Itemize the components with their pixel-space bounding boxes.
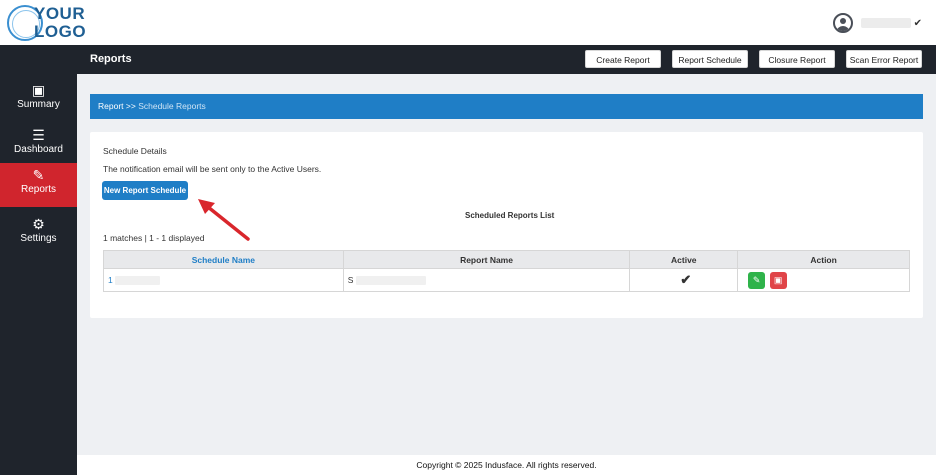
action-cell: ✎ ▣	[737, 268, 910, 292]
new-report-schedule-button[interactable]: New Report Schedule	[102, 181, 188, 200]
sidebar-item-label: Dashboard	[14, 144, 63, 155]
gear-icon: ⚙	[32, 216, 45, 232]
logo[interactable]: YOUR LOGO	[7, 3, 97, 43]
report-name-text: S	[347, 274, 354, 285]
user-menu[interactable]: ✔	[832, 13, 922, 33]
notice-text: The notification email will be sent only…	[103, 164, 322, 174]
table-row: 1 S ✔ ✎ ▣	[103, 268, 910, 292]
sidebar: ▣ Summary ☰ Dashboard ✎ Reports ⚙ Settin…	[0, 45, 77, 475]
dashboard-icon: ☰	[32, 127, 45, 143]
sidebar-item-reports[interactable]: ✎ Reports	[0, 163, 77, 207]
schedule-name-cell[interactable]: 1	[103, 268, 344, 292]
report-name-cell: S	[342, 268, 631, 292]
scan-error-report-button[interactable]: Scan Error Report	[846, 50, 922, 68]
closure-report-button[interactable]: Closure Report	[759, 50, 835, 68]
username-redacted	[860, 18, 911, 28]
create-report-button[interactable]: Create Report	[585, 50, 661, 68]
sidebar-item-label: Summary	[17, 99, 60, 110]
card-title: Schedule Details	[103, 146, 167, 156]
breadcrumb: Report >> Schedule Reports	[90, 94, 923, 119]
footer: Copyright © 2025 Indusface. All rights r…	[77, 455, 936, 475]
breadcrumb-root[interactable]: Report	[98, 101, 124, 111]
column-active: Active	[629, 250, 739, 269]
logo-line-2: LOGO	[34, 22, 87, 41]
edit-icon: ✎	[32, 167, 45, 183]
matches-count: 1 matches | 1 - 1 displayed	[103, 233, 205, 243]
sidebar-item-dashboard[interactable]: ☰ Dashboard	[0, 123, 77, 167]
trash-icon[interactable]: ▣	[769, 271, 787, 289]
column-action: Action	[737, 250, 910, 269]
page-header: Reports Create Report Report Schedule Cl…	[77, 45, 936, 74]
redacted-text	[115, 276, 161, 286]
report-schedule-button[interactable]: Report Schedule	[672, 50, 748, 68]
summary-icon: ▣	[31, 82, 46, 98]
breadcrumb-separator: >>	[125, 101, 136, 111]
redacted-text	[355, 276, 426, 286]
active-check-icon: ✔	[629, 268, 739, 292]
column-report-name: Report Name	[342, 250, 631, 269]
schedule-card: Schedule Details The notification email …	[90, 132, 923, 318]
logo-line-1: YOUR	[34, 4, 86, 23]
avatar-icon	[832, 13, 853, 33]
column-schedule-name[interactable]: Schedule Name	[103, 250, 344, 269]
breadcrumb-current: Schedule Reports	[138, 101, 206, 111]
sidebar-item-label: Settings	[20, 233, 57, 244]
sidebar-item-summary[interactable]: ▣ Summary	[0, 78, 77, 122]
top-bar: YOUR LOGO ✔	[0, 0, 936, 45]
page-title: Reports	[90, 53, 132, 65]
edit-icon[interactable]: ✎	[748, 271, 766, 289]
sidebar-item-settings[interactable]: ⚙ Settings	[0, 212, 77, 256]
list-title: Scheduled Reports List	[465, 211, 555, 220]
schedule-name-link[interactable]: 1	[108, 275, 113, 285]
table-header-row: Schedule Name Report Name Active Action	[103, 250, 910, 269]
schedule-table: Schedule Name Report Name Active Action …	[103, 250, 910, 292]
chevron-down-icon: ✔	[913, 17, 922, 29]
sidebar-item-label: Reports	[20, 184, 56, 195]
logo-text: YOUR LOGO	[34, 5, 86, 41]
